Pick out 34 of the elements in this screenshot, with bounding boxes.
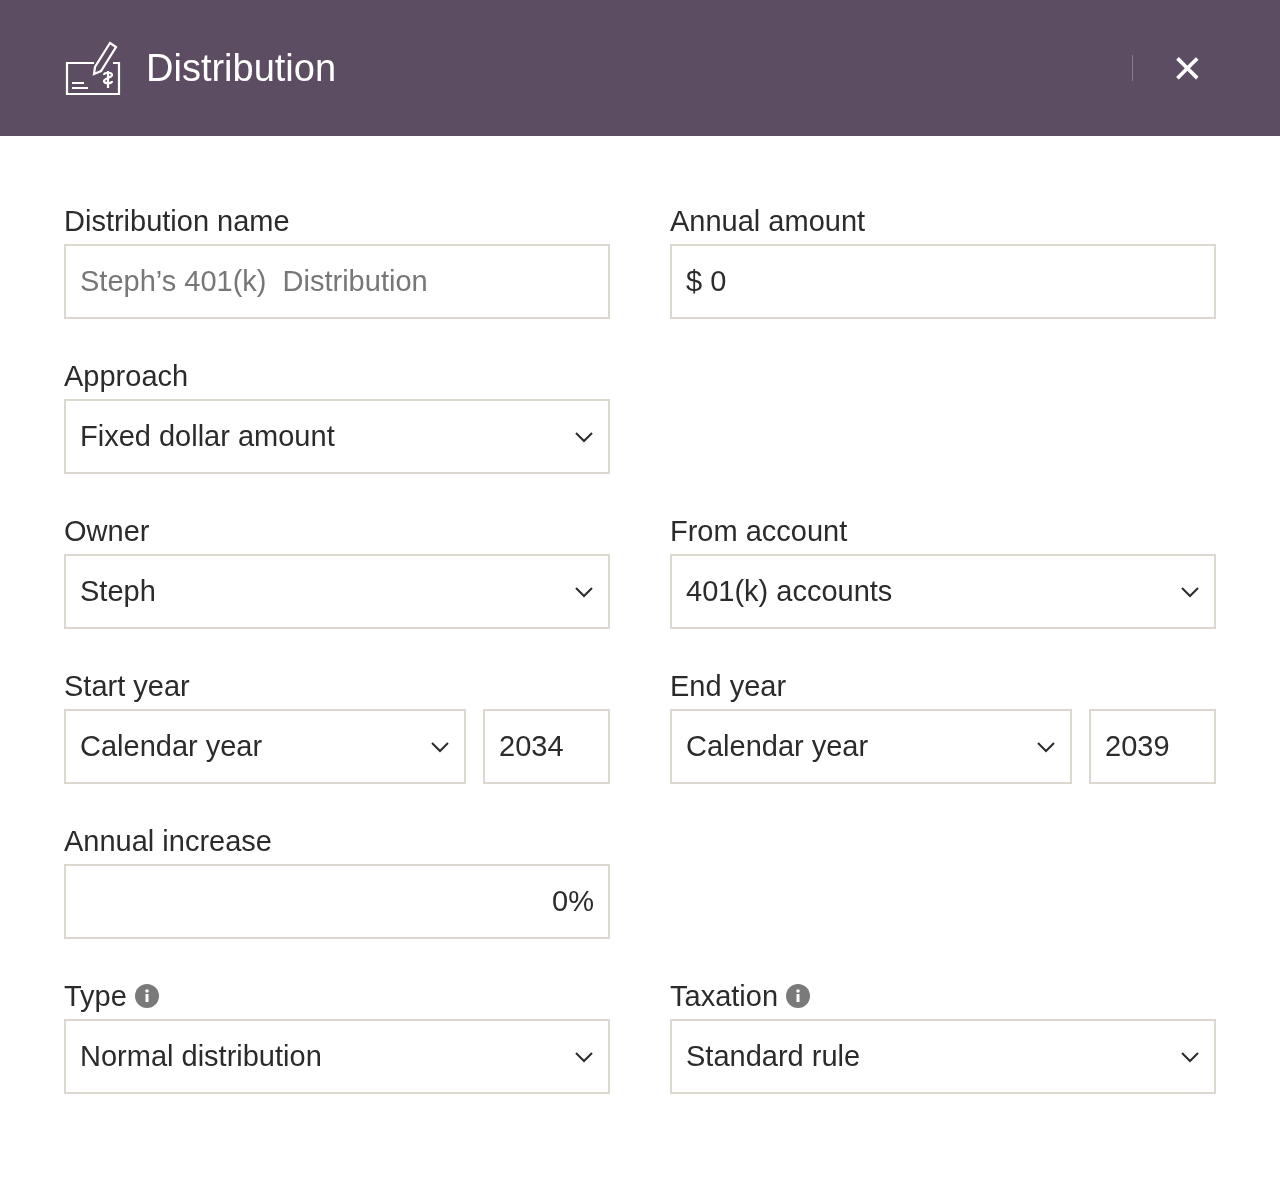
field-label: End year [670, 669, 787, 703]
field-label: Taxation [670, 979, 778, 1013]
field-label: Owner [64, 514, 150, 548]
field-label: Start year [64, 669, 190, 703]
chevron-down-icon [574, 585, 594, 598]
percent-field[interactable]: 0% [64, 864, 610, 939]
chevron-down-icon [574, 430, 594, 443]
dropdown[interactable]: Standard rule [670, 1019, 1216, 1094]
dropdown[interactable]: Calendar year [670, 709, 1072, 784]
dropdown[interactable]: Calendar year [64, 709, 466, 784]
text-field[interactable]: $ 0 [670, 244, 1216, 319]
text-field[interactable]: Steph’s 401(k) Distribution [64, 244, 610, 319]
year-field[interactable]: 2034 [483, 709, 610, 784]
year-field[interactable]: 2039 [1089, 709, 1216, 784]
dropdown[interactable]: 401(k) accounts [670, 554, 1216, 629]
field-label: Annual increase [64, 824, 272, 858]
dropdown[interactable]: Steph [64, 554, 610, 629]
chevron-down-icon [1180, 1050, 1200, 1063]
field-label: Approach [64, 359, 189, 393]
field-label: From account [670, 514, 848, 548]
field-label: Distribution name [64, 204, 290, 238]
chevron-down-icon [1180, 585, 1200, 598]
info-icon[interactable] [786, 984, 810, 1008]
chevron-down-icon [430, 740, 450, 753]
check-pen-icon [64, 39, 122, 97]
dropdown[interactable]: Normal distribution [64, 1019, 610, 1094]
info-icon[interactable] [134, 984, 159, 1008]
field-label: Annual amount [670, 204, 866, 238]
dialog-title: Distribution [146, 46, 338, 90]
field-label: Type [64, 979, 127, 1013]
chevron-down-icon [574, 1050, 594, 1063]
chevron-down-icon [1036, 740, 1056, 753]
dropdown[interactable]: Fixed dollar amount [64, 399, 610, 474]
close-button[interactable]: × [1172, 43, 1202, 93]
